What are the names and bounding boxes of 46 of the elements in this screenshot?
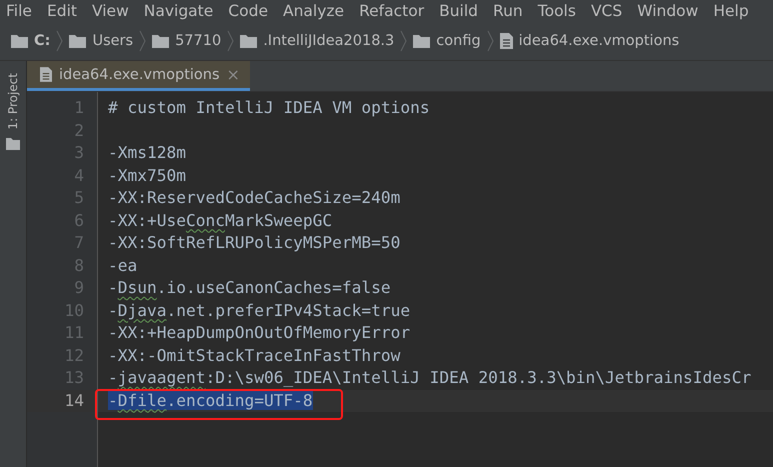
menu-item[interactable]: Window <box>637 2 698 20</box>
breadcrumb-item[interactable]: idea64.exe.vmoptions <box>518 33 680 49</box>
menu-item[interactable]: Help <box>713 2 749 20</box>
menu-item[interactable]: Run <box>493 2 523 20</box>
folder-icon <box>413 34 430 48</box>
chevron-icon <box>400 30 408 52</box>
folder-icon <box>152 34 170 48</box>
menu-item[interactable]: Navigate <box>144 2 214 20</box>
code-line: -XX:ReservedCodeCacheSize=240m <box>108 188 400 207</box>
code-line: -Dsun.io.useCanonCaches=false <box>108 278 391 297</box>
chevron-icon <box>56 30 64 52</box>
code-line: -XX:SoftRefLRUPolicyMSPerMB=50 <box>108 233 400 252</box>
code-line: -javaagent:D:\sw06_IDEA\IntelliJ IDEA 2018.3.3\bin\JetbrainsIdesCr <box>108 368 752 387</box>
folder-icon <box>6 138 20 150</box>
code-line: -Djava.net.preferIPv4Stack=true <box>108 300 410 320</box>
project-tool-tab[interactable]: 1: Project <box>6 73 20 130</box>
code-line: -XX:-OmitStackTraceInFastThrow <box>108 346 400 364</box>
code-line: -XX:+UseConcMarkSweepGC <box>108 210 332 230</box>
chevron-icon <box>227 30 234 52</box>
folder-icon <box>69 34 86 48</box>
folder-icon <box>240 34 258 48</box>
menu-item[interactable]: VCS <box>590 2 622 20</box>
menu-item[interactable]: Refactor <box>359 2 424 20</box>
file-icon <box>500 33 513 49</box>
file-icon <box>40 67 52 82</box>
menu-item[interactable]: Analyze <box>282 2 344 20</box>
chevron-icon <box>139 30 146 52</box>
breadcrumb-item[interactable]: 57710 <box>175 33 222 49</box>
breadcrumb-item[interactable]: .IntelliJIdea2018.3 <box>263 33 394 49</box>
breadcrumb-item[interactable]: Users <box>92 33 134 49</box>
code-line: -Xmx750m <box>108 166 186 184</box>
code-line: -XX:+HeapDumpOnOutOfMemoryError <box>108 323 410 342</box>
editor-tab[interactable]: idea64.exe.vmoptions × <box>27 61 250 91</box>
menu-item[interactable]: Build <box>439 2 478 20</box>
code-line: # custom IntelliJ IDEA VM options <box>108 98 430 117</box>
breadcrumb-item[interactable]: C: <box>34 33 50 49</box>
folder-icon <box>11 34 28 48</box>
code-line: -Xms128m <box>108 143 186 162</box>
menu-item[interactable]: Code <box>228 2 268 20</box>
code-line: -ea <box>108 256 138 274</box>
breadcrumb-item[interactable]: config <box>436 33 481 49</box>
menu-item[interactable]: File <box>6 2 32 20</box>
menu-item[interactable]: View <box>92 2 129 20</box>
chevron-icon <box>486 30 494 52</box>
menu-item[interactable]: Edit <box>46 2 77 20</box>
menu-item[interactable]: Tools <box>538 2 576 20</box>
